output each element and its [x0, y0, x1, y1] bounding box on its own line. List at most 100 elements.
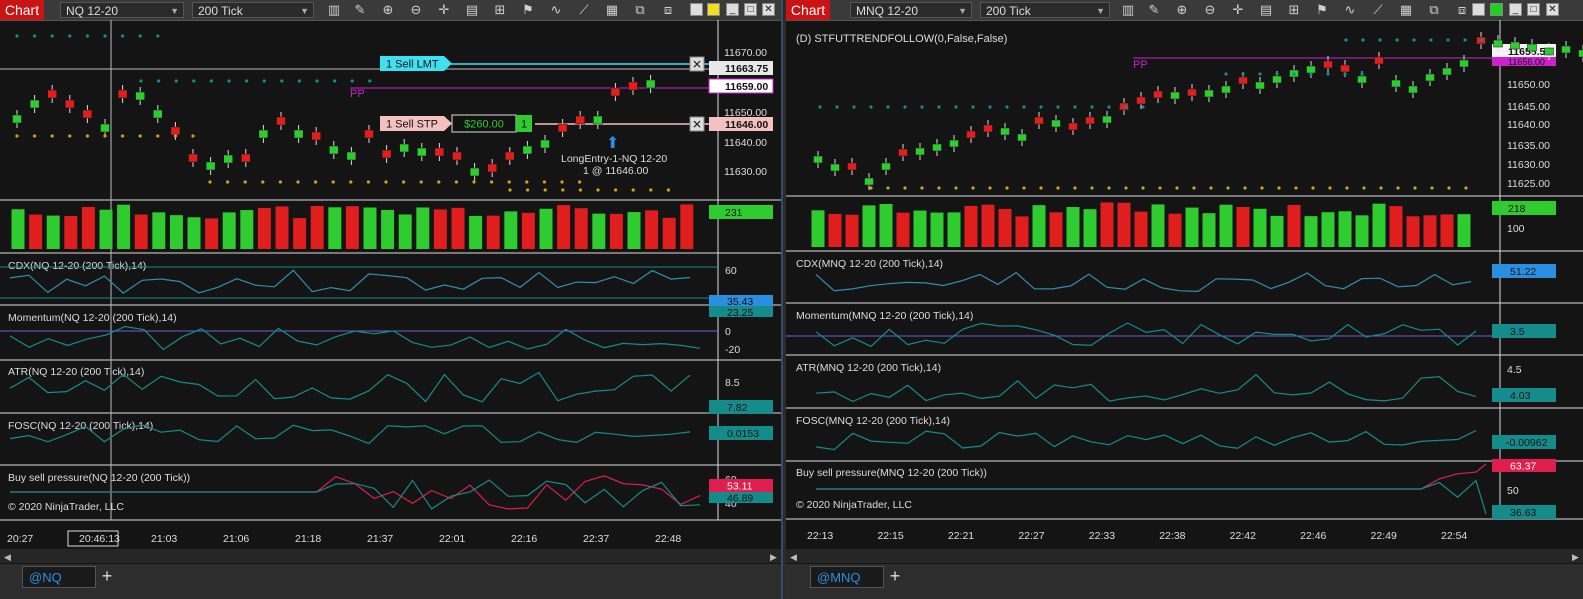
zoom-out-icon[interactable]: ⊖ [1202, 2, 1218, 18]
pencil-icon[interactable]: ✎ [1146, 2, 1162, 18]
instrument-selector[interactable]: MNQ 12-20 ▼ [850, 2, 972, 18]
link-color-icon[interactable] [707, 3, 720, 16]
pivot-dot [1090, 105, 1094, 109]
candle-body [1272, 75, 1282, 84]
link-icon[interactable]: ⧈ [1454, 2, 1470, 18]
candle-body [399, 143, 409, 153]
close-position-icon[interactable]: ✕ [689, 116, 705, 132]
chart-canvas[interactable]: 1 Sell LMT PP 1 Sell STP $260.00 1 LongE… [0, 20, 781, 564]
volume-bar [504, 211, 518, 249]
add-tab-icon[interactable]: + [884, 566, 906, 588]
properties-icon[interactable]: ⊞ [1286, 2, 1302, 18]
pivot-dot [631, 188, 635, 192]
strategy-icon[interactable]: ⚑ [1314, 2, 1330, 18]
pencil-icon[interactable]: ✎ [352, 2, 368, 18]
time-tick: 22:15 [877, 530, 903, 542]
volume-bar [293, 218, 307, 249]
attach-icon[interactable]: ⧉ [632, 2, 648, 18]
pivot-dot [490, 180, 494, 184]
window-color-icon[interactable] [690, 3, 703, 16]
position-pnl[interactable]: $260.00 1 [451, 114, 532, 133]
sell-limit-order[interactable]: 1 Sell LMT [380, 56, 452, 71]
pivot-dot [937, 105, 941, 109]
candle-body [1017, 133, 1027, 142]
pivot-dot [314, 180, 318, 184]
tab-mnq[interactable]: @MNQ [810, 566, 884, 588]
drawing-tools-icon[interactable]: ⟋ [576, 2, 592, 18]
interval-value: 200 Tick [198, 4, 243, 18]
pivot-dot [280, 79, 284, 83]
zoom-out-icon[interactable]: ⊖ [408, 2, 424, 18]
pivot-dot [1107, 186, 1111, 190]
momentum-line [815, 322, 1477, 348]
candle-body [329, 145, 339, 155]
candle-body [522, 145, 533, 155]
candle-body [949, 139, 959, 148]
crosshair-icon[interactable]: ✛ [1230, 2, 1246, 18]
volume-bar [46, 215, 60, 249]
chart-menu-button[interactable]: Chart [0, 0, 44, 20]
volume-bar [1338, 211, 1352, 247]
indicator-icon[interactable]: ∿ [548, 2, 564, 18]
template-icon[interactable]: ▦ [1398, 2, 1414, 18]
tab-nq[interactable]: @NQ [22, 566, 96, 588]
interval-selector[interactable]: 200 Tick ▼ [980, 2, 1110, 18]
zoom-in-icon[interactable]: ⊕ [380, 2, 396, 18]
pivot-dot [1277, 186, 1281, 190]
minimize-icon[interactable]: _ [726, 3, 739, 16]
cancel-order-icon[interactable]: ✕ [689, 56, 705, 72]
volume-bars [811, 202, 1471, 247]
zoom-in-icon[interactable]: ⊕ [1174, 2, 1190, 18]
bar-chart-icon[interactable]: ▥ [326, 2, 342, 18]
pivot-dot [1005, 186, 1009, 190]
window-color-icon[interactable] [1472, 3, 1485, 16]
pivot-dot [1175, 186, 1179, 190]
instrument-selector[interactable]: NQ 12-20 ▼ [60, 2, 184, 18]
close-icon[interactable]: ✕ [762, 3, 775, 16]
crosshair-icon[interactable]: ✛ [436, 2, 452, 18]
horizontal-scrollbar[interactable] [0, 549, 781, 563]
volume-bar [521, 212, 535, 249]
minimize-icon[interactable]: _ [1509, 3, 1522, 16]
volume-bar [947, 212, 961, 247]
candle-body [1221, 85, 1231, 94]
volume-bar [828, 213, 842, 247]
candle-body [1170, 91, 1180, 100]
candle-body [830, 163, 840, 172]
interval-selector[interactable]: 200 Tick ▼ [192, 2, 314, 18]
candle-body [593, 115, 603, 125]
pivot-dot [920, 105, 924, 109]
chart-canvas[interactable]: (D) STFUTTRENDFOLLOW(0,False,False) PP 1… [786, 20, 1583, 564]
pivot-dot [543, 188, 547, 192]
maximize-icon[interactable]: □ [744, 3, 757, 16]
pivot-dot [614, 188, 618, 192]
volume-bar [187, 217, 201, 249]
data-box-icon[interactable]: ▤ [1258, 2, 1274, 18]
volume-bar [998, 208, 1012, 247]
volume-bar [1304, 216, 1318, 247]
pivot-dot [15, 34, 19, 38]
close-icon[interactable]: ✕ [1546, 3, 1559, 16]
price-badge-pp: 11659.00 [725, 81, 768, 93]
data-box-icon[interactable]: ▤ [464, 2, 480, 18]
volume-tick: 100 [1507, 223, 1525, 235]
drawing-tools-icon[interactable]: ⟋ [1370, 2, 1386, 18]
time-tick: 20:46:13 [79, 533, 120, 545]
candle-body [100, 123, 110, 133]
link-icon[interactable]: ⧈ [660, 2, 676, 18]
strategy-icon[interactable]: ⚑ [520, 2, 536, 18]
add-tab-icon[interactable]: + [96, 566, 118, 588]
chart-menu-button[interactable]: Chart [786, 0, 830, 20]
pivot-dot [1360, 72, 1364, 76]
volume-bars [11, 204, 694, 249]
maximize-icon[interactable]: □ [1527, 3, 1540, 16]
link-color-icon[interactable] [1490, 3, 1503, 16]
bar-chart-icon[interactable]: ▥ [1120, 2, 1136, 18]
pivot-dot [1124, 186, 1128, 190]
properties-icon[interactable]: ⊞ [492, 2, 508, 18]
template-icon[interactable]: ▦ [604, 2, 620, 18]
sell-stop-order[interactable]: 1 Sell STP [380, 116, 452, 131]
horizontal-scrollbar[interactable] [786, 549, 1583, 563]
attach-icon[interactable]: ⧉ [1426, 2, 1442, 18]
indicator-icon[interactable]: ∿ [1342, 2, 1358, 18]
